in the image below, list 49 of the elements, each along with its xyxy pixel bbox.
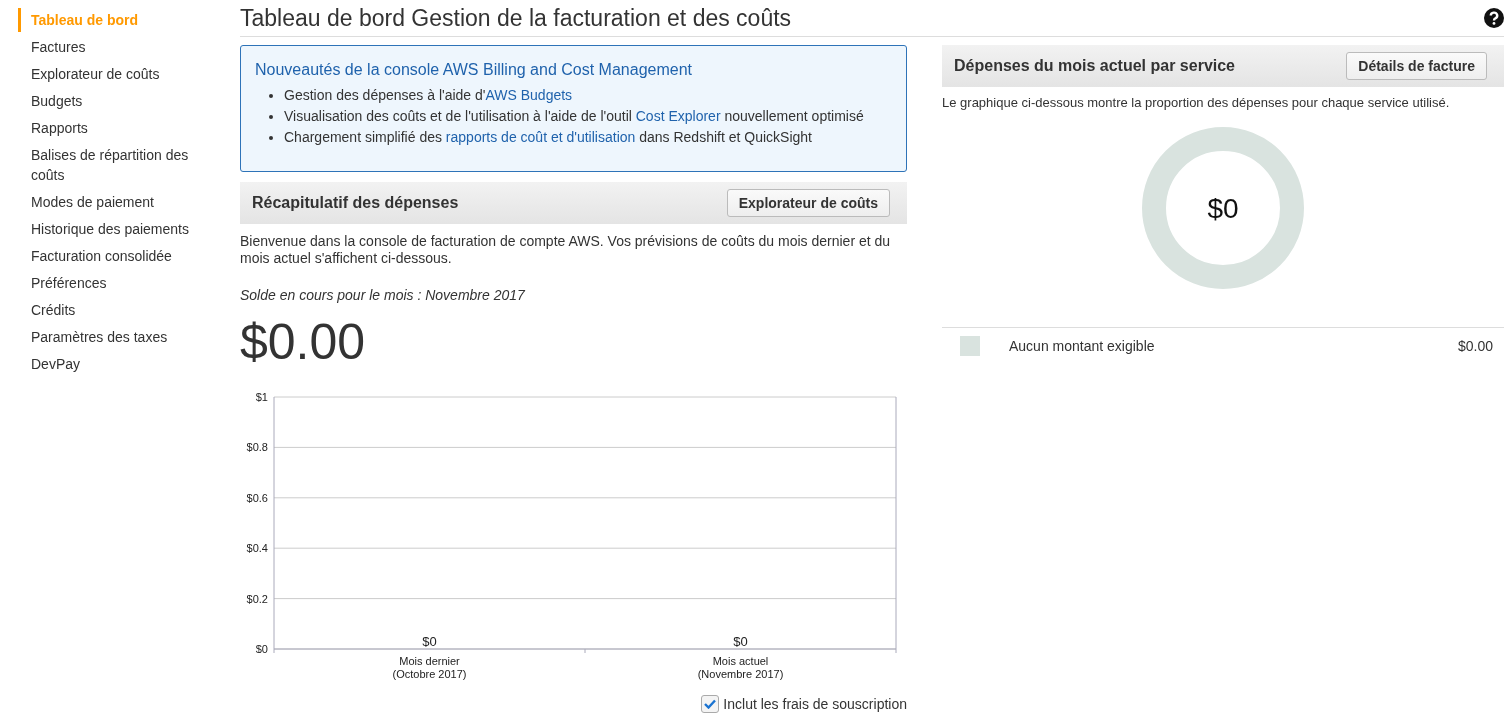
legend-label: Aucun montant exigible xyxy=(1009,338,1156,354)
sidebar-item[interactable]: Préférences xyxy=(18,271,211,295)
sidebar-item[interactable]: Budgets xyxy=(18,89,211,113)
sidebar-item[interactable]: Facturation consolidée xyxy=(18,244,211,268)
cost-explorer-button[interactable]: Explorateur de coûts xyxy=(726,189,890,217)
news-item-text: Chargement simplifié des rapports de coût et d'utilisation dans Redshift et QuickSight xyxy=(284,128,812,147)
news-title: Nouveautés de la console AWS Billing and Cost Management xyxy=(255,61,693,79)
bullet-icon xyxy=(269,135,273,140)
subscription-checkbox[interactable]: Inclut les frais de souscription xyxy=(701,695,907,713)
link[interactable]: rapports de coût et d'utilisation xyxy=(445,129,636,145)
intro-text: Bienvenue dans la console de facturation de compte AWS. Vos prévisions de coûts du mois dernier et du mois actuel s'affichent ci-dessous. xyxy=(240,233,892,267)
sidebar-item[interactable]: Rapports xyxy=(18,116,211,140)
sidebar-item[interactable]: Factures xyxy=(18,35,211,59)
page-title: Tableau de bord Gestion de la facturation et des coûts xyxy=(240,4,792,32)
sidebar-item[interactable]: Paramètres des taxes xyxy=(18,325,211,349)
sidebar-item[interactable]: DevPay xyxy=(18,352,211,376)
axis-label: $0.4 xyxy=(246,542,268,555)
sidebar-item[interactable]: Crédits xyxy=(18,298,211,322)
link[interactable]: Cost Explorer xyxy=(635,108,721,124)
axis-label: Mois dernier (Octobre 2017) xyxy=(391,655,468,681)
news-item-text: Gestion des dépenses à l'aide d'AWS Budgets xyxy=(284,86,573,105)
section-title: Dépenses du mois actuel par service xyxy=(954,57,1235,75)
help-icon[interactable] xyxy=(1484,8,1504,28)
axis-label: $0.2 xyxy=(246,592,268,605)
invoice-details-button[interactable]: Détails de facture xyxy=(1346,52,1487,80)
checkbox-label: Inclut les frais de souscription xyxy=(723,696,907,712)
axis-label: $1 xyxy=(255,391,268,403)
checkbox[interactable] xyxy=(701,695,720,713)
description-text: Le graphique ci-dessous montre la proportion des dépenses pour chaque service utilisé. xyxy=(942,95,1451,110)
news-item-text: Visualisation des coûts et de l'utilisation à l'aide de l'outil Cost Explorer nouvellement optimisé xyxy=(284,107,864,126)
legend-amount: $0.00 xyxy=(1457,338,1493,354)
value-label: $0 xyxy=(422,634,437,649)
balance-amount: $0.00 xyxy=(240,313,367,371)
axis-label: Mois actuel (Novembre 2017) xyxy=(696,655,785,681)
sidebar-item[interactable]: Explorateur de coûts xyxy=(18,62,211,86)
axis-label: $0.6 xyxy=(246,491,268,504)
sidebar-item[interactable]: Balises de répartition des coûts xyxy=(18,143,211,187)
bullet-icon xyxy=(269,114,273,119)
section-title: Récapitulatif des dépenses xyxy=(252,194,459,212)
axis-label: $0.8 xyxy=(246,441,268,454)
value-label: $0 xyxy=(733,634,748,649)
balance-label: Solde en cours pour le mois : Novembre 2017 xyxy=(240,287,526,303)
check-icon xyxy=(704,699,717,709)
link[interactable]: AWS Budgets xyxy=(485,87,573,103)
sidebar-item[interactable]: Modes de paiement xyxy=(18,190,211,214)
bullet-icon xyxy=(269,93,273,98)
sidebar-item[interactable]: Historique des paiements xyxy=(18,217,211,241)
axis-label: $0 xyxy=(255,643,268,653)
donut-total: $0 xyxy=(1207,193,1239,224)
